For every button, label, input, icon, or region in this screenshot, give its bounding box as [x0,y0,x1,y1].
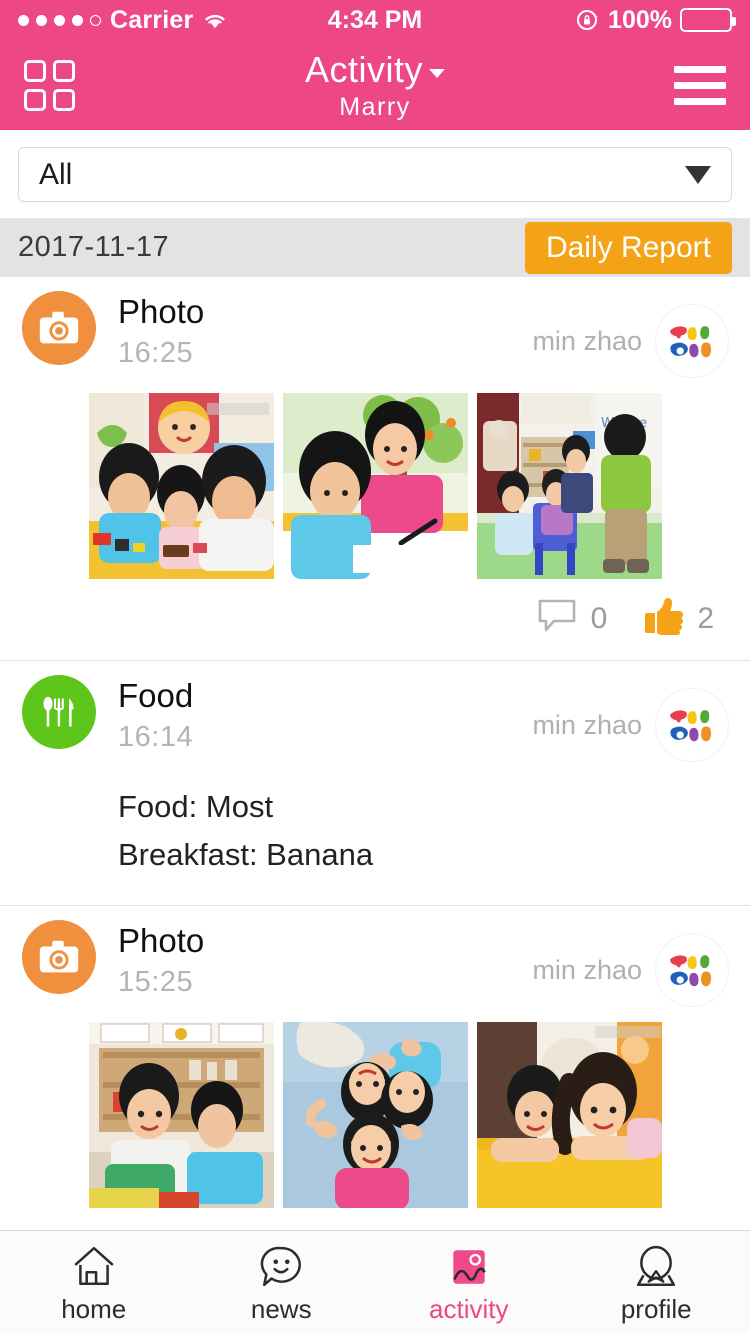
tab-label-profile: profile [620,1294,692,1324]
hamburger-bar [674,97,726,105]
entry-type-label: Photo [118,293,205,330]
grid-cell [53,59,75,82]
author-name-label: min zhao [532,709,642,740]
entry-time-label: 15:25 [118,966,194,999]
hamburger-bar [674,81,726,89]
entry-time-label: 16:25 [118,336,194,369]
food-line: Food: Most [118,789,274,824]
author-name-label: min zhao [532,325,642,356]
entry-header: Photo 15:25 min zhao [0,920,750,1007]
photo-thumbnail[interactable] [282,393,468,579]
rotation-lock-icon [576,8,600,32]
bottom-tab-bar: home news activity profile [0,1230,750,1334]
cutlery-icon [22,675,96,749]
entry-type-label: Photo [118,922,205,960]
tab-activity[interactable]: activity [375,1231,563,1334]
photo-thumbnail[interactable]: We Are [476,393,662,579]
comment-bubble-icon [537,598,577,639]
home-icon [71,1240,117,1290]
nav-subtitle: Marry [339,92,411,121]
entry-time-label: 16:14 [118,720,194,753]
avatar [656,934,728,1007]
wifi-icon [202,11,228,30]
page-title: Activity [304,48,423,90]
photo-thumbnail[interactable] [476,1022,662,1209]
author-name-label: min zhao [532,954,642,985]
date-label: 2017-11-17 [18,231,170,263]
grid-cell [53,88,75,111]
signal-dot-empty [90,14,101,26]
chevron-down-icon [429,69,445,78]
filter-section: All [0,130,750,218]
chat-smiley-icon [258,1240,304,1290]
daily-report-button[interactable]: Daily Report [524,221,732,274]
hamburger-menu-icon[interactable] [674,65,726,105]
entry-type-label: Food [118,677,194,714]
like-count: 2 [697,601,714,635]
signal-dot [36,14,47,26]
entry-author[interactable]: min zhao [532,675,728,761]
tab-label-home: home [61,1294,127,1324]
person-icon [633,1240,679,1290]
entry-meta: Photo 16:25 [118,291,204,370]
nav-title-dropdown[interactable]: Activity [305,49,445,91]
comment-action[interactable]: 0 [537,598,608,639]
avatar [656,689,728,761]
food-line: Breakfast: Banana [118,837,374,873]
activity-filter-select[interactable]: All [18,147,732,202]
signal-dot [72,14,83,26]
tab-home[interactable]: home [0,1231,188,1334]
grid-menu-icon[interactable] [24,59,75,111]
signal-strength-dots [18,14,101,26]
avatar [656,305,728,377]
status-bar: Carrier 4:34 PM 100% [0,0,750,40]
hamburger-bar [674,65,726,73]
activity-entry[interactable]: Photo 15:25 min zhao [0,906,750,1209]
photo-thumbnail[interactable] [88,1022,274,1209]
carrier-label: Carrier [110,5,194,34]
signal-dot [54,14,65,26]
photo-thumbnail[interactable] [88,393,274,579]
photo-thumbnail-row: We Are [0,377,750,579]
tab-label-news: news [250,1294,312,1324]
battery-full-icon [680,8,736,32]
entry-meta: Photo 15:25 [118,920,204,999]
comment-count: 0 [590,601,608,635]
tab-profile[interactable]: profile [563,1231,750,1334]
photo-thumbnail[interactable] [282,1022,468,1209]
signal-dot [18,14,29,26]
status-bar-left: Carrier [18,6,228,35]
like-action[interactable]: 2 [643,597,714,640]
tab-news[interactable]: news [188,1231,376,1334]
grid-cell [24,88,46,111]
status-bar-right: 100% [576,5,736,35]
image-icon [446,1240,492,1290]
grid-cell [24,59,46,82]
tab-label-activity: activity [429,1294,509,1324]
entry-header: Food 16:14 min zhao [0,675,750,761]
camera-icon [22,291,96,365]
food-detail-lines: Food: Most Breakfast: Banana [0,761,750,905]
entry-meta: Food 16:14 [118,675,193,754]
camera-icon [22,920,96,995]
nav-title-block: Activity Marry [0,40,750,130]
activity-entry[interactable]: Photo 16:25 min zhao 0 2 [0,277,750,661]
navigation-bar: Activity Marry [0,40,750,130]
caret-down-icon [685,165,711,184]
thumbs-up-icon [643,597,684,640]
clock-time: 4:34 PM [327,5,423,34]
entry-author[interactable]: min zhao [532,920,728,1007]
entry-author[interactable]: min zhao [532,291,728,377]
battery-percent-label: 100% [608,5,672,34]
activity-entry[interactable]: Food 16:14 min zhao Food: Most Breakfast… [0,661,750,907]
entry-actions: 0 2 [0,579,750,660]
filter-selected-value: All [39,157,73,191]
activity-feed: Photo 16:25 min zhao 0 2 Food 16:14 min … [0,277,750,1209]
entry-header: Photo 16:25 min zhao [0,291,750,377]
photo-thumbnail-row [0,1006,750,1209]
date-bar: 2017-11-17 Daily Report [0,218,750,277]
